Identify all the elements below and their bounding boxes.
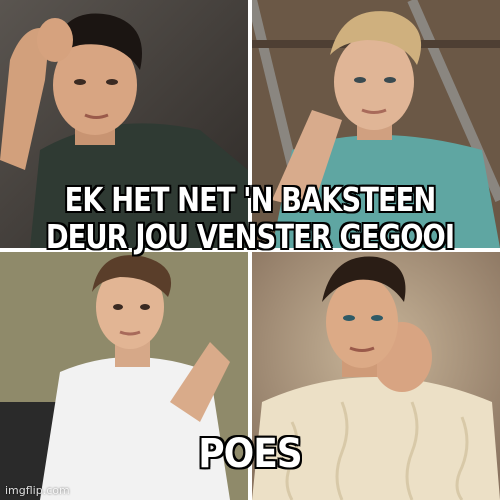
top-caption-line: EK HET NET 'N BAKSTEEN bbox=[64, 180, 437, 219]
watermark: imgflip.com bbox=[5, 484, 70, 497]
bottom-caption: POES bbox=[198, 431, 302, 477]
top-caption-line: DEUR JOU VENSTER GEGOOI bbox=[45, 216, 455, 256]
meme-image: EK HET NET 'N BAKSTEEN DEUR JOU VENSTER … bbox=[0, 0, 500, 500]
top-caption: EK HET NET 'N BAKSTEEN DEUR JOU VENSTER … bbox=[20, 180, 480, 256]
